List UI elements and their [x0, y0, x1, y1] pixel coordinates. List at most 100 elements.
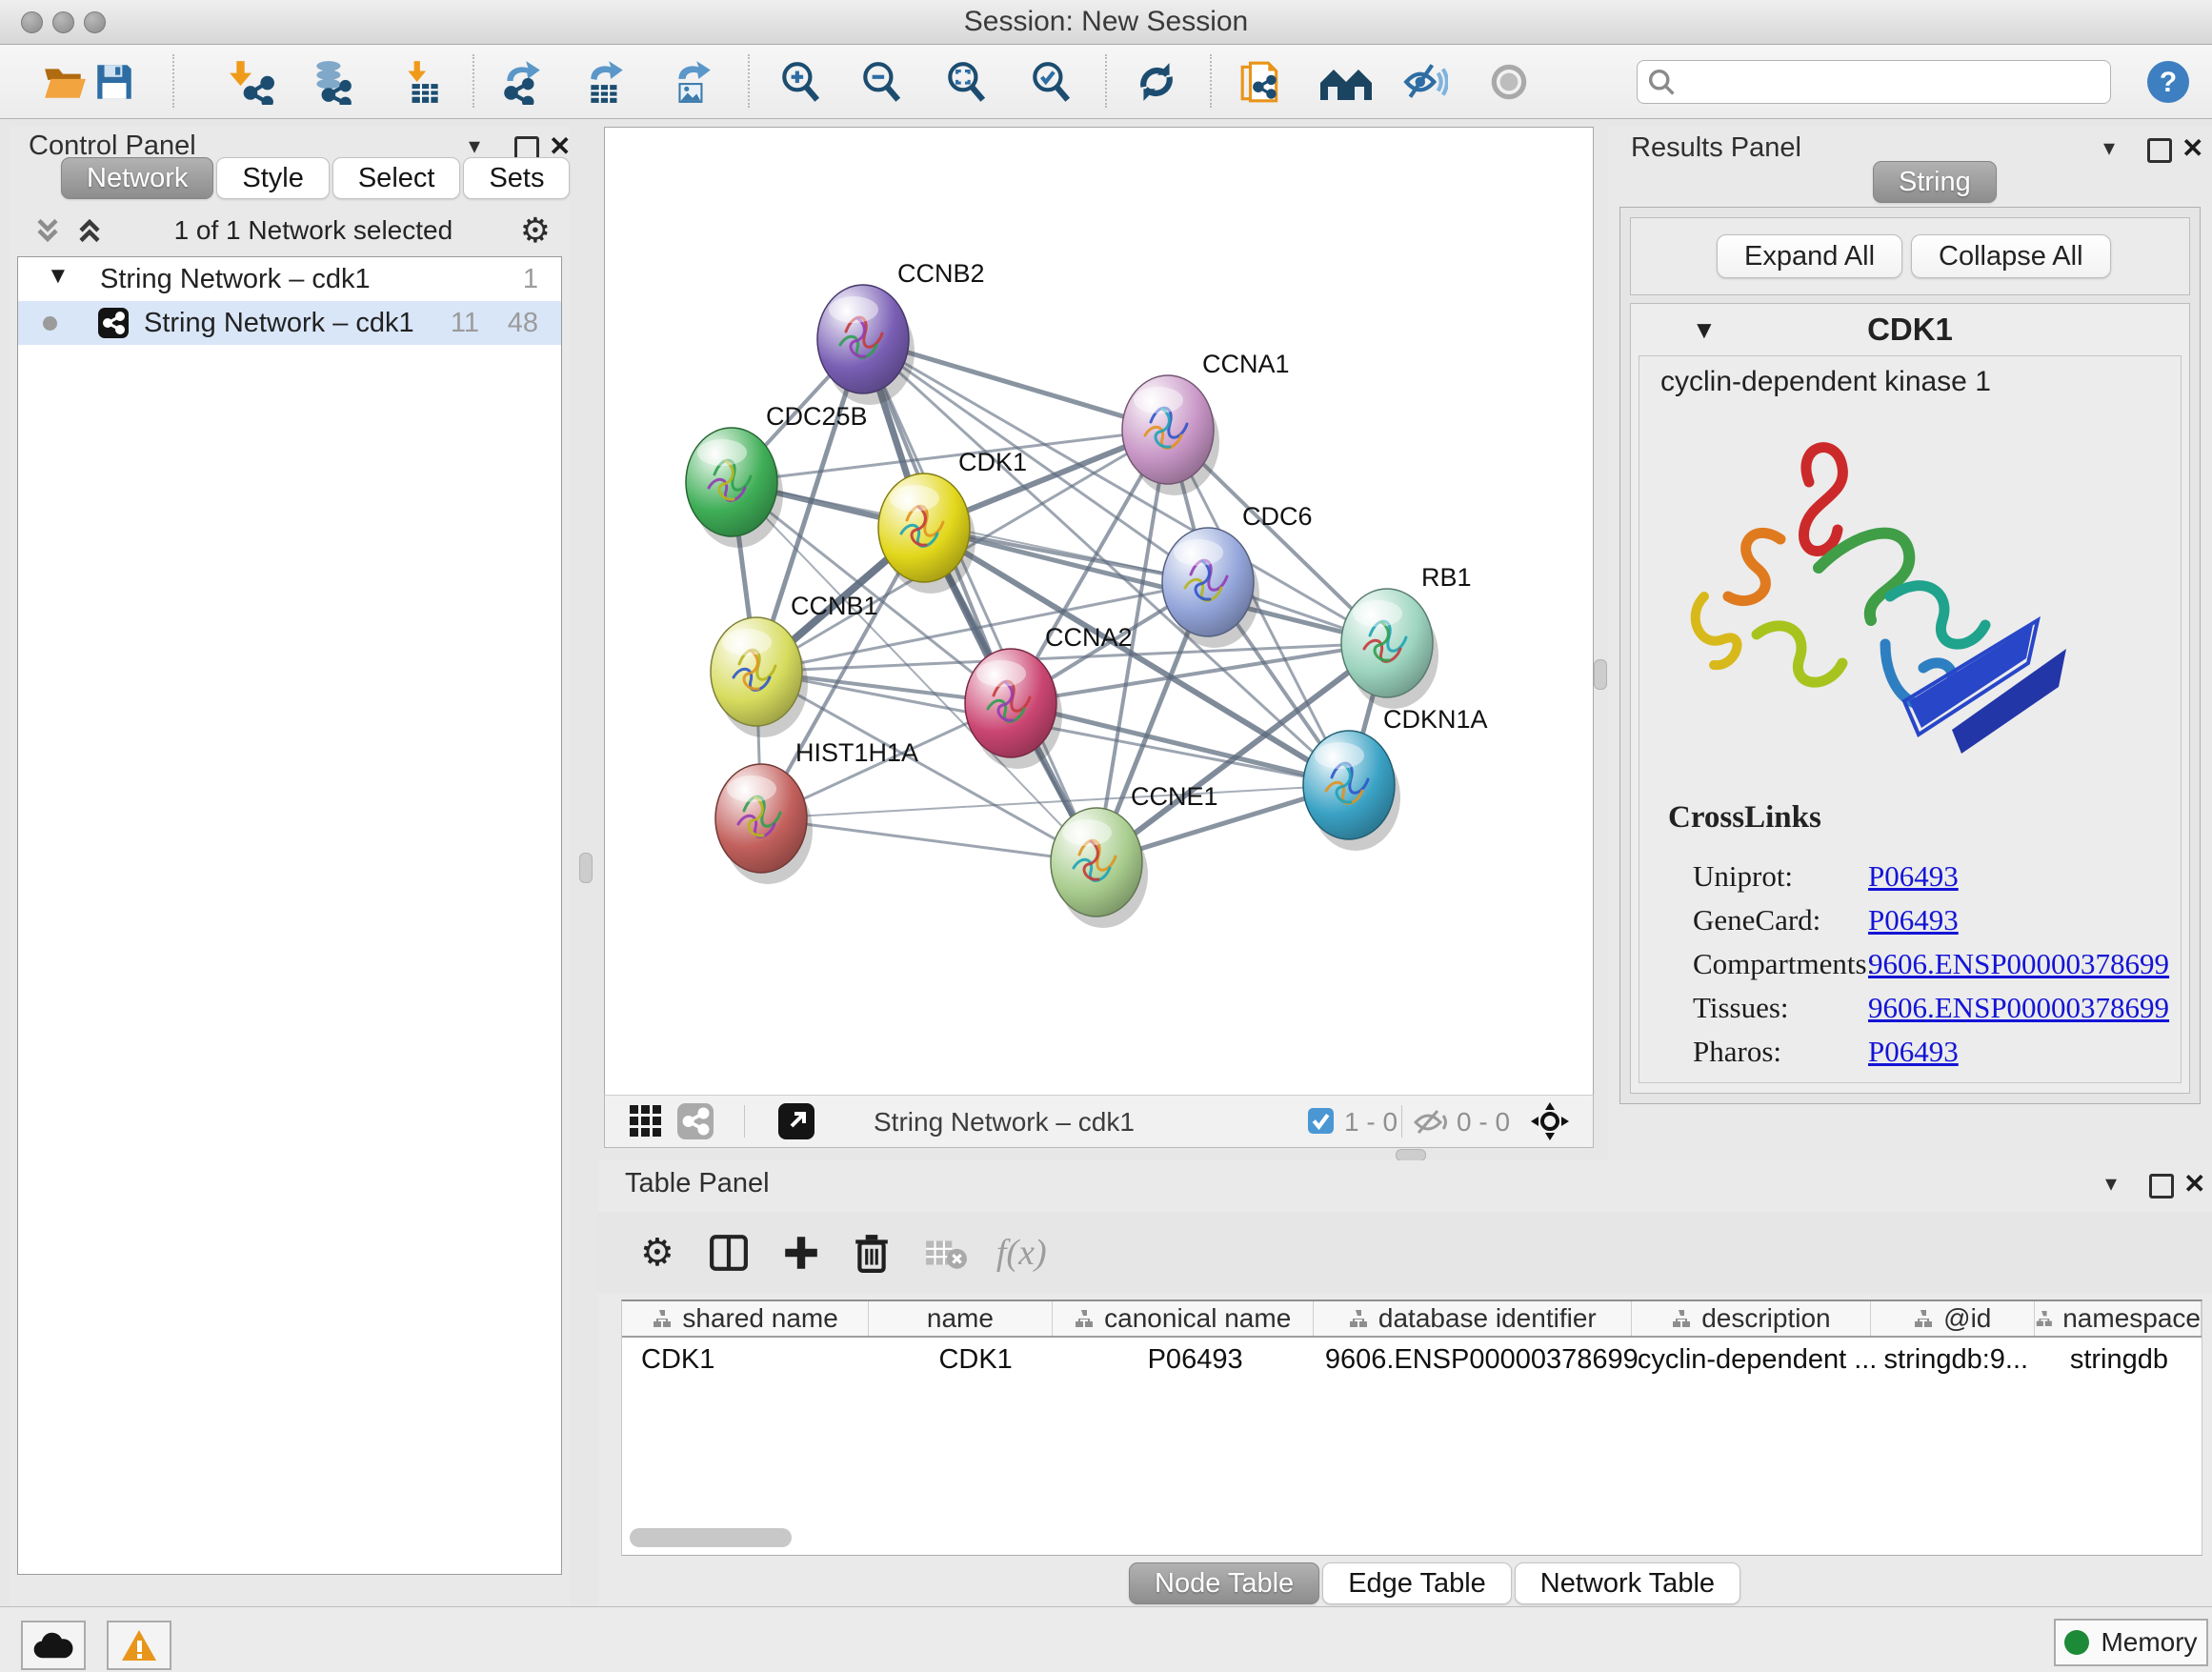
- import-table-icon[interactable]: [400, 59, 446, 105]
- node-CCNA2[interactable]: CCNA2: [965, 623, 1133, 769]
- tab-select[interactable]: Select: [332, 157, 461, 199]
- tab-network[interactable]: Network: [61, 157, 213, 199]
- node-RB1[interactable]: RB1: [1341, 563, 1472, 709]
- left-panel-divider-handle[interactable]: [579, 853, 593, 883]
- column-header-database-identifier[interactable]: database identifier: [1314, 1301, 1632, 1336]
- panel-close-icon[interactable]: ✕: [2183, 1168, 2205, 1199]
- network-row-selected[interactable]: String Network – cdk1 11 48: [18, 301, 561, 345]
- crosslink-link[interactable]: 9606.ENSP00000378699: [1868, 947, 2169, 981]
- toolbar-separator: [1105, 54, 1107, 108]
- new-network-from-selection-icon[interactable]: [1238, 59, 1284, 105]
- panel-menu-icon[interactable]: ▾: [2105, 1170, 2117, 1198]
- tab-node-table[interactable]: Node Table: [1129, 1562, 1319, 1604]
- birds-eye-grid-icon[interactable]: [630, 1105, 662, 1138]
- panel-float-icon[interactable]: [2149, 1174, 2174, 1199]
- tab-sets[interactable]: Sets: [463, 157, 570, 199]
- table-cell[interactable]: cyclin-dependent ...: [1639, 1338, 1875, 1381]
- column-header-shared-name[interactable]: shared name: [622, 1301, 869, 1336]
- column-header-description[interactable]: description: [1632, 1301, 1871, 1336]
- protein-structure-image[interactable]: [1666, 415, 2076, 770]
- table-cell[interactable]: P06493: [1066, 1338, 1324, 1381]
- open-session-icon[interactable]: [42, 59, 88, 105]
- right-panel-divider-handle[interactable]: [1594, 659, 1607, 690]
- tab-edge-table[interactable]: Edge Table: [1322, 1562, 1512, 1604]
- crosslink-link[interactable]: P06493: [1868, 1035, 1959, 1069]
- crosslink-link[interactable]: 9606.ENSP00000378699: [1868, 991, 2169, 1025]
- export-network-icon[interactable]: [499, 59, 545, 105]
- selected-checkbox-icon[interactable]: [1308, 1108, 1334, 1134]
- network-badge-icon[interactable]: [677, 1103, 714, 1139]
- edge-CCNB2-CCNE1[interactable]: [863, 339, 1096, 862]
- network-view-canvas[interactable]: CCNB2 CCNA1 CDC25BCDK1 CDC6RB1 CCNB1 CCNA2 CDK…: [604, 127, 1594, 1096]
- fit-selection-crosshair-icon[interactable]: [1531, 1102, 1569, 1140]
- panel-menu-icon[interactable]: ▾: [469, 132, 480, 160]
- node-CDC6[interactable]: CDC6: [1162, 502, 1313, 648]
- table-cell[interactable]: 9606.ENSP00000378699: [1324, 1338, 1639, 1381]
- table-cell[interactable]: CDK1: [622, 1338, 885, 1381]
- network-collection-row[interactable]: ▼ String Network – cdk1 1: [18, 257, 561, 301]
- export-image-icon[interactable]: [669, 59, 714, 105]
- node-result-title: CDK1: [1631, 312, 2189, 348]
- column-header-label: description: [1701, 1303, 1830, 1334]
- tree-caret-icon[interactable]: ▼: [47, 263, 70, 290]
- crosslink-link[interactable]: P06493: [1868, 903, 1959, 937]
- table-row[interactable]: CDK1CDK1P064939606.ENSP00000378699cyclin…: [622, 1338, 2202, 1381]
- node-CCNB2[interactable]: CCNB2: [817, 259, 985, 405]
- show-columns-icon[interactable]: [709, 1233, 749, 1273]
- column-header-namespace[interactable]: namespace: [2035, 1301, 2202, 1336]
- column-header-name[interactable]: name: [869, 1301, 1052, 1336]
- column-header-canonical-name[interactable]: canonical name: [1053, 1301, 1314, 1336]
- selected-node-edge-counts: 1 - 0: [1344, 1107, 1398, 1138]
- save-session-icon[interactable]: [91, 59, 137, 105]
- search-box[interactable]: [1637, 60, 2111, 104]
- panel-menu-icon[interactable]: ▾: [2103, 134, 2115, 162]
- column-header--id[interactable]: @id: [1871, 1301, 2034, 1336]
- gear-icon[interactable]: ⚙: [520, 211, 551, 251]
- string-home-icon[interactable]: [1318, 59, 1376, 105]
- table-cell[interactable]: stringdb:9...: [1876, 1338, 2037, 1381]
- table-settings-gear-icon[interactable]: ⚙: [640, 1231, 674, 1275]
- hide-selected-icon[interactable]: [1402, 59, 1448, 105]
- panel-close-icon[interactable]: ✕: [2182, 132, 2203, 164]
- add-column-icon[interactable]: [781, 1233, 821, 1273]
- help-icon[interactable]: ?: [2145, 59, 2191, 105]
- zoom-fit-icon[interactable]: [943, 59, 989, 105]
- tab-network-table[interactable]: Network Table: [1515, 1562, 1740, 1604]
- import-network-database-icon[interactable]: [309, 59, 354, 105]
- node-CCNB1[interactable]: CCNB1: [711, 592, 878, 737]
- zoom-selected-icon[interactable]: [1028, 59, 1074, 105]
- search-input[interactable]: [1685, 63, 2110, 101]
- node-CDKN1A[interactable]: CDKN1A: [1303, 705, 1488, 851]
- cloud-status-button[interactable]: [21, 1621, 86, 1670]
- crosslink-row: Compartments:9606.ENSP00000378699: [1639, 947, 2181, 991]
- panel-float-icon[interactable]: [2147, 138, 2172, 163]
- warnings-button[interactable]: [107, 1621, 171, 1670]
- zoom-in-icon[interactable]: [777, 59, 823, 105]
- table-cell[interactable]: CDK1: [885, 1338, 1066, 1381]
- table-horizontal-scrollbar[interactable]: [630, 1528, 792, 1547]
- table-cell[interactable]: stringdb: [2037, 1338, 2202, 1381]
- node-label-CDKN1A: CDKN1A: [1383, 705, 1488, 734]
- memory-button[interactable]: Memory: [2054, 1619, 2208, 1666]
- expand-all-icon[interactable]: [72, 213, 107, 248]
- apply-preferred-layout-icon[interactable]: [1134, 59, 1179, 105]
- column-type-icon: [1671, 1308, 1692, 1329]
- tab-string[interactable]: String: [1873, 161, 1997, 203]
- expand-all-button[interactable]: Expand All: [1717, 234, 1902, 278]
- open-in-new-window-icon[interactable]: [778, 1103, 814, 1139]
- import-network-file-icon[interactable]: [229, 59, 274, 105]
- node-CDK1[interactable]: CDK1: [878, 448, 1027, 594]
- node-CCNA1[interactable]: CCNA1: [1122, 350, 1290, 495]
- node-CDC25B[interactable]: CDC25B: [686, 402, 868, 548]
- tab-style[interactable]: Style: [216, 157, 329, 199]
- collection-label: String Network – cdk1: [100, 264, 371, 295]
- string-network-graph[interactable]: CCNB2 CCNA1 CDC25BCDK1 CDC6RB1 CCNB1 CCNA2 CDK…: [605, 128, 1591, 1093]
- collapse-all-button[interactable]: Collapse All: [1911, 234, 2111, 278]
- crosslink-link[interactable]: P06493: [1868, 859, 1959, 894]
- toolbar-separator: [748, 54, 750, 108]
- node-CCNE1[interactable]: CCNE1: [1051, 782, 1218, 928]
- delete-column-icon[interactable]: [852, 1233, 892, 1273]
- collapse-all-icon[interactable]: [30, 213, 65, 248]
- export-table-icon[interactable]: [583, 59, 629, 105]
- zoom-out-icon[interactable]: [858, 59, 904, 105]
